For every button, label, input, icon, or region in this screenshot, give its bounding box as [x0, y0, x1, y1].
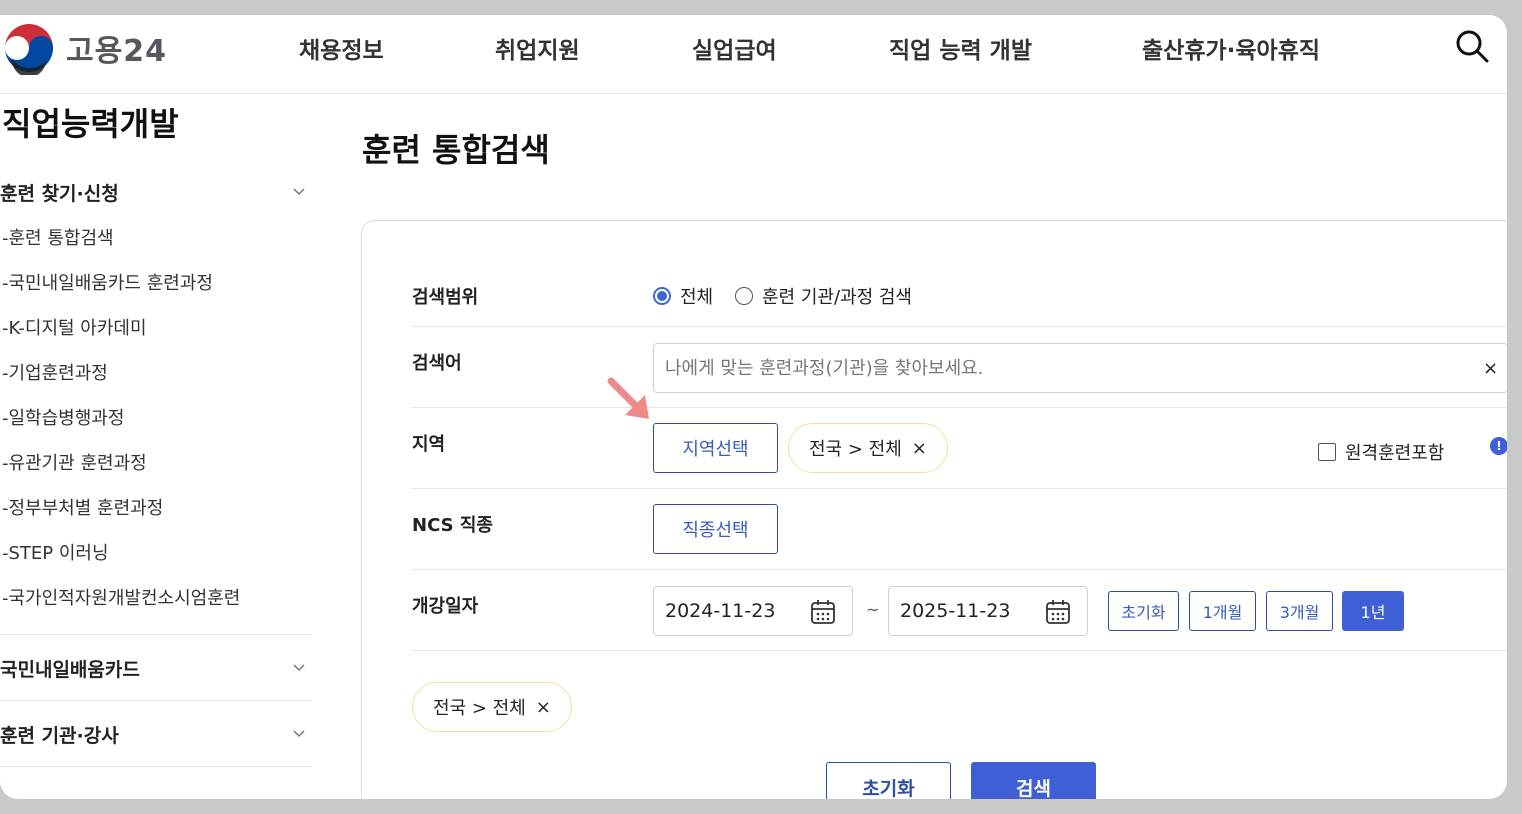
- chevron-down-icon: [293, 664, 305, 672]
- nav-employment-support[interactable]: 취업지원: [495, 31, 580, 65]
- taegeuk-logo-icon: [3, 22, 55, 75]
- sidebar-section-label: 훈련 찾기·신청: [0, 183, 119, 205]
- end-date-value: 2025-11-23: [900, 600, 1011, 622]
- nav-jobs[interactable]: 채용정보: [299, 31, 384, 65]
- chevron-down-icon: [293, 730, 305, 738]
- start-date-input[interactable]: 2024-11-23: [653, 586, 853, 636]
- chip-label: 전국 > 전체: [433, 698, 526, 719]
- sidebar-section-institutions[interactable]: 훈련 기관·강사: [0, 721, 312, 748]
- sidebar-title: 직업능력개발: [2, 105, 179, 143]
- sidebar-item-related-agency[interactable]: -유관기관 훈련과정: [2, 449, 147, 475]
- sidebar-divider: [0, 766, 312, 767]
- sidebar-section-card[interactable]: 국민내일배움카드: [0, 655, 312, 682]
- sidebar-divider: [0, 634, 312, 635]
- top-header: 고용24 채용정보 취업지원 실업급여 직업 능력 개발 출산휴가·육아휴직: [0, 15, 1507, 94]
- site-logo[interactable]: 고용24: [2, 21, 167, 75]
- row-divider: [412, 569, 1507, 570]
- chip-label: 전국 > 전체: [809, 439, 902, 460]
- period-3month-button[interactable]: 3개월: [1266, 591, 1333, 631]
- region-select-button[interactable]: 지역선택: [653, 423, 778, 473]
- page: 고용24 채용정보 취업지원 실업급여 직업 능력 개발 출산휴가·육아휴직 직…: [0, 15, 1507, 799]
- sidebar-item-integrated-search[interactable]: -훈련 통합검색: [2, 224, 114, 250]
- nav-skills-development[interactable]: 직업 능력 개발: [889, 31, 1032, 65]
- period-reset-button[interactable]: 초기화: [1108, 591, 1179, 631]
- keyword-input[interactable]: [653, 343, 1507, 393]
- ncs-label: NCS 직종: [412, 515, 493, 536]
- sidebar-item-consortium[interactable]: -국가인적자원개발컨소시엄훈련: [2, 584, 240, 610]
- end-date-input[interactable]: 2025-11-23: [888, 586, 1088, 636]
- radio-label: 전체: [680, 287, 714, 308]
- page-title: 훈련 통합검색: [362, 131, 550, 169]
- scope-radio-all[interactable]: 전체: [653, 283, 713, 309]
- sidebar-item-step[interactable]: -STEP 이러닝: [2, 539, 109, 565]
- chip-remove-icon[interactable]: ×: [912, 438, 927, 459]
- sidebar-item-work-study[interactable]: -일학습병행과정: [2, 404, 124, 430]
- checkbox-icon: [1318, 443, 1336, 461]
- row-divider: [412, 488, 1507, 489]
- region-label: 지역: [412, 434, 446, 455]
- scope-label: 검색범위: [412, 287, 479, 308]
- sidebar-item-card-courses[interactable]: -국민내일배움카드 훈련과정: [2, 269, 213, 295]
- date-label: 개강일자: [412, 596, 479, 617]
- sidebar-section-label: 국민내일배움카드: [0, 659, 140, 681]
- nav-parental-leave[interactable]: 출산휴가·육아휴직: [1142, 31, 1320, 65]
- search-button[interactable]: 검색: [971, 762, 1096, 799]
- selected-filter-chip[interactable]: 전국 > 전체 ×: [412, 682, 572, 732]
- radio-unchecked-icon: [735, 287, 753, 305]
- scope-radio-institution[interactable]: 훈련 기관/과정 검색: [735, 283, 912, 309]
- row-divider: [412, 326, 1507, 327]
- reset-button[interactable]: 초기화: [826, 762, 951, 799]
- clear-input-icon[interactable]: ×: [1483, 358, 1498, 379]
- period-1month-button[interactable]: 1개월: [1189, 591, 1256, 631]
- ncs-select-button[interactable]: 직종선택: [653, 504, 778, 554]
- period-1year-button[interactable]: 1년: [1342, 591, 1404, 631]
- info-icon[interactable]: !: [1490, 437, 1507, 455]
- radio-checked-icon: [653, 287, 671, 305]
- pointer-arrow-icon: [607, 377, 649, 419]
- row-divider: [412, 407, 1507, 408]
- search-icon[interactable]: [1455, 29, 1489, 63]
- sidebar-divider: [0, 700, 312, 701]
- remote-training-checkbox[interactable]: 원격훈련포함: [1318, 439, 1444, 465]
- sidebar-item-k-digital[interactable]: -K-디지털 아카데미: [2, 314, 147, 340]
- chip-remove-icon[interactable]: ×: [536, 697, 551, 718]
- date-separator: ~: [866, 600, 880, 619]
- logo-text: 고용24: [66, 34, 167, 69]
- calendar-icon[interactable]: [1045, 599, 1071, 625]
- radio-label: 훈련 기관/과정 검색: [762, 287, 912, 308]
- start-date-value: 2024-11-23: [665, 600, 776, 622]
- nav-unemployment-benefit[interactable]: 실업급여: [692, 31, 777, 65]
- calendar-icon[interactable]: [810, 599, 836, 625]
- chevron-down-icon: [293, 188, 305, 196]
- row-divider: [412, 650, 1507, 651]
- sidebar-section-find-training[interactable]: 훈련 찾기·신청: [0, 179, 312, 206]
- sidebar-item-government[interactable]: -정부부처별 훈련과정: [2, 494, 163, 520]
- sidebar-item-corporate[interactable]: -기업훈련과정: [2, 359, 108, 385]
- checkbox-label: 원격훈련포함: [1345, 443, 1445, 464]
- region-chip[interactable]: 전국 > 전체 ×: [788, 423, 948, 473]
- keyword-label: 검색어: [412, 353, 462, 374]
- sidebar-section-label: 훈련 기관·강사: [0, 725, 119, 747]
